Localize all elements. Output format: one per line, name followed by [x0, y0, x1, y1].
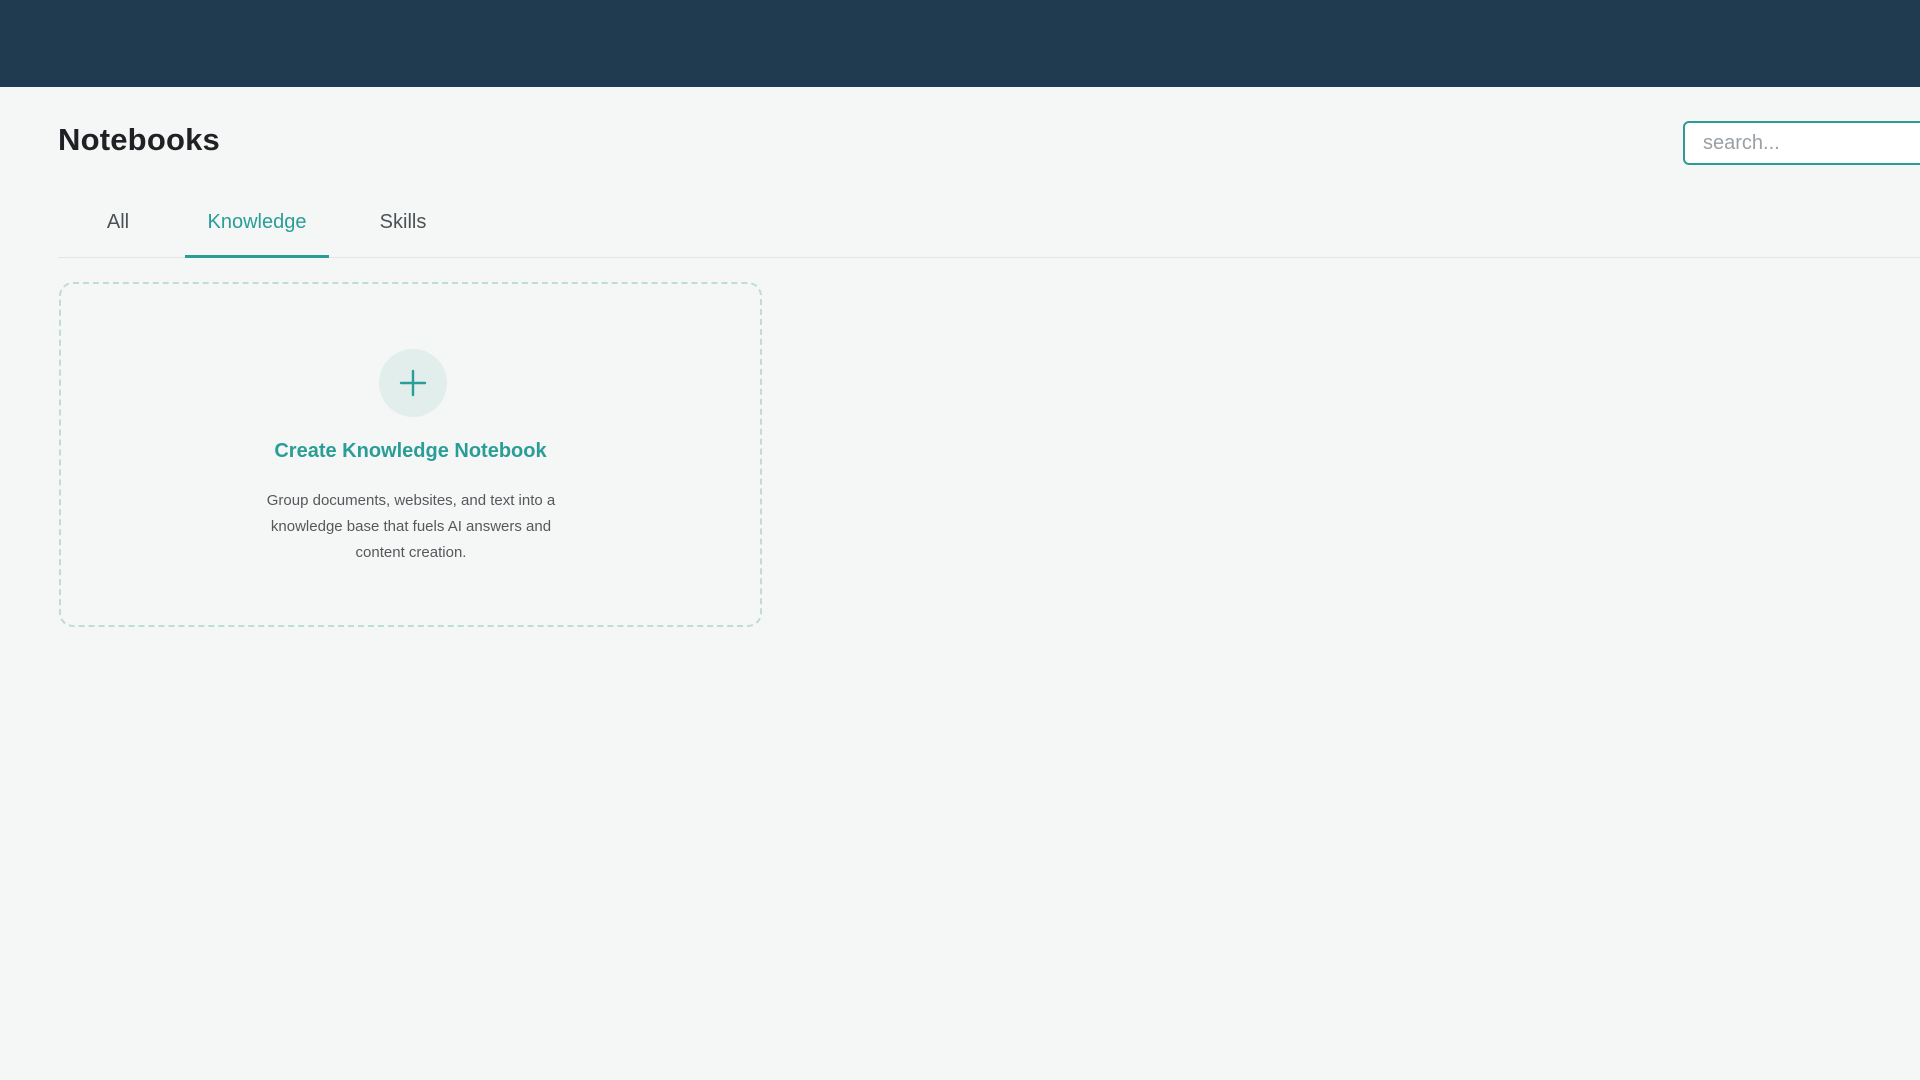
tab-skills[interactable]: Skills — [358, 198, 448, 258]
create-knowledge-notebook-card[interactable]: Create Knowledge Notebook Group document… — [59, 282, 762, 627]
create-notebook-description: Group documents, websites, and text into… — [266, 492, 556, 561]
notebook-tabs: All Knowledge Skills — [58, 198, 1920, 258]
tab-all[interactable]: All — [93, 198, 143, 258]
page-title: Notebooks — [58, 122, 220, 157]
plus-icon — [379, 349, 447, 417]
create-notebook-title: Create Knowledge Notebook — [274, 440, 547, 462]
top-navigation-bar — [0, 0, 1920, 87]
tab-knowledge[interactable]: Knowledge — [185, 198, 329, 258]
search-input[interactable] — [1683, 121, 1920, 165]
